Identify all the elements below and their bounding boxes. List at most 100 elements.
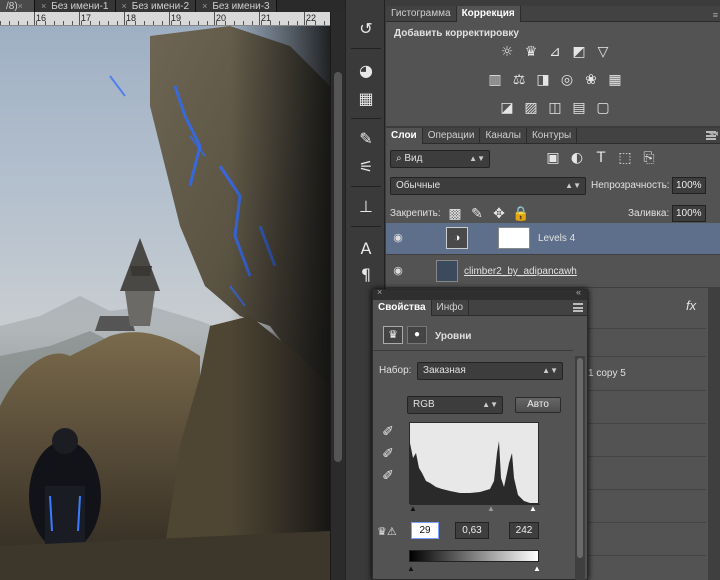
mask-icon[interactable]: ●: [407, 326, 427, 344]
input-slider-track[interactable]: ▲ ▲ ▲: [409, 504, 539, 513]
document-tab[interactable]: × Без имени-3: [196, 0, 277, 12]
gradient-map-icon[interactable]: ▤: [570, 100, 588, 116]
ruler-minor-tick: [99, 21, 100, 25]
eye-icon[interactable]: ◉: [391, 264, 405, 278]
panel-drag-bar[interactable]: × «: [373, 287, 587, 300]
ruler-minor-tick: [90, 21, 91, 25]
properties-menu-icon[interactable]: [573, 303, 583, 312]
layers-scrollbar[interactable]: [708, 288, 720, 580]
white-point-handle[interactable]: ▲: [529, 504, 537, 513]
fx-icon[interactable]: fx: [686, 298, 696, 313]
levels-icon[interactable]: ♛: [522, 44, 540, 60]
threshold-icon[interactable]: ◫: [546, 100, 564, 116]
output-black-handle[interactable]: ▲: [407, 564, 415, 573]
clone-source-icon[interactable]: ⊥: [354, 196, 378, 218]
color-balance-icon[interactable]: ⚖: [510, 72, 528, 88]
eyedropper-black-icon[interactable]: ✐: [379, 424, 397, 440]
preset-select[interactable]: Заказная ▲▼: [417, 362, 563, 380]
opacity-field[interactable]: 100%: [672, 177, 706, 194]
scrollbar-thumb[interactable]: [334, 72, 342, 462]
eyedropper-gray-icon[interactable]: ✐: [379, 446, 397, 462]
document-tab-bar: /8) × × Без имени-1 × Без имени-2 × Без имени-…: [0, 0, 345, 12]
paragraph-icon[interactable]: ¶: [354, 264, 378, 286]
collapse-icon[interactable]: «: [576, 287, 581, 297]
menu-icon[interactable]: ≡: [713, 10, 718, 20]
filter-type-icon[interactable]: T: [592, 150, 610, 166]
channel-mixer-icon[interactable]: ❀: [582, 72, 600, 88]
lock-paint-icon[interactable]: ✎: [468, 206, 486, 222]
eye-icon[interactable]: ◉: [391, 231, 405, 245]
scrollbar-thumb[interactable]: [577, 358, 583, 558]
output-white-handle[interactable]: ▲: [533, 564, 541, 573]
tab-properties[interactable]: Свойства: [373, 300, 432, 316]
ruler-minor-tick: [279, 21, 280, 25]
input-gamma-field[interactable]: 0,63: [455, 522, 489, 539]
input-white-field[interactable]: 242: [509, 522, 539, 539]
brush-settings-icon[interactable]: ⚟: [354, 156, 378, 178]
exposure-icon[interactable]: ◩: [570, 44, 588, 60]
document-canvas[interactable]: [0, 26, 330, 580]
tab-info[interactable]: Инфо: [432, 300, 470, 316]
gamma-handle[interactable]: ▲: [487, 504, 495, 513]
lock-transparency-icon[interactable]: ▩: [446, 206, 464, 222]
color-palette-icon[interactable]: ◕: [354, 60, 378, 82]
collapse-icon[interactable]: ◂◂: [709, 128, 718, 139]
tab-adjustments[interactable]: Коррекция: [456, 6, 521, 22]
close-icon[interactable]: ×: [202, 1, 207, 11]
eyedropper-white-icon[interactable]: ✐: [379, 468, 397, 484]
levels-icon[interactable]: ♛: [383, 326, 403, 344]
divider: [586, 423, 706, 424]
swatches-icon[interactable]: ▦: [354, 88, 378, 110]
filter-shape-icon[interactable]: ⬚: [616, 150, 634, 166]
tab-layers[interactable]: Слои: [386, 128, 423, 144]
filter-adjustment-icon[interactable]: ◐: [568, 150, 586, 166]
ruler-minor-tick: [27, 21, 28, 25]
hue-saturation-icon[interactable]: ▥: [486, 72, 504, 88]
clipping-warning-icon[interactable]: ♛⚠: [377, 524, 397, 540]
document-tab[interactable]: × Без имени-2: [115, 0, 197, 12]
document-tab[interactable]: × Без имени-1: [34, 0, 116, 12]
lock-position-icon[interactable]: ✥: [490, 206, 508, 222]
auto-button[interactable]: Авто: [515, 397, 561, 413]
document-tab[interactable]: /8) ×: [0, 0, 35, 12]
invert-icon[interactable]: ◪: [498, 100, 516, 116]
filter-smart-object-icon[interactable]: ⎘: [640, 150, 658, 166]
brightness-icon[interactable]: ☼: [498, 44, 516, 60]
close-icon[interactable]: ×: [122, 1, 127, 11]
partial-layer-name[interactable]: 1 copy 5: [588, 368, 626, 379]
close-icon[interactable]: ×: [41, 1, 46, 11]
character-icon[interactable]: A: [354, 238, 378, 260]
layer-name[interactable]: Levels 4: [538, 233, 575, 244]
color-lookup-icon[interactable]: ▦: [606, 72, 624, 88]
history-icon[interactable]: ↺: [354, 18, 378, 40]
fill-field[interactable]: 100%: [672, 205, 706, 222]
posterize-icon[interactable]: ▨: [522, 100, 540, 116]
channel-select[interactable]: RGB ▲▼: [407, 396, 503, 414]
curves-icon[interactable]: ⊿: [546, 44, 564, 60]
selective-color-icon[interactable]: ▢: [594, 100, 612, 116]
tab-channels[interactable]: Каналы: [480, 128, 527, 144]
filter-pixel-icon[interactable]: ▣: [544, 150, 562, 166]
artwork-image: [0, 26, 330, 580]
close-icon[interactable]: ×: [18, 1, 23, 11]
black-white-icon[interactable]: ◨: [534, 72, 552, 88]
tab-paths[interactable]: Контуры: [527, 128, 578, 144]
canvas-vertical-scrollbar[interactable]: [330, 12, 345, 580]
input-black-field[interactable]: 29: [411, 522, 439, 539]
photo-filter-icon[interactable]: ◎: [558, 72, 576, 88]
tab-actions[interactable]: Операции: [423, 128, 481, 144]
blend-mode-select[interactable]: Обычные ▲▼: [390, 177, 586, 195]
layer-row[interactable]: ◉ ◑ Levels 4: [386, 223, 720, 255]
lock-all-icon[interactable]: 🔒: [512, 206, 530, 222]
vibrance-icon[interactable]: ▽: [594, 44, 612, 60]
layer-name[interactable]: climber2_by_adipancawh: [464, 266, 577, 277]
layer-filter-select[interactable]: ⌕ Вид ▲▼: [390, 150, 490, 168]
layer-mask-thumbnail[interactable]: [498, 227, 530, 249]
blend-mode-value: Обычные: [396, 180, 441, 191]
tab-histogram[interactable]: Гистограмма: [386, 6, 457, 22]
close-icon[interactable]: ×: [377, 287, 382, 297]
black-point-handle[interactable]: ▲: [409, 504, 417, 513]
brush-presets-icon[interactable]: ✎: [354, 128, 378, 150]
layer-row[interactable]: ◉ climber2_by_adipancawh: [386, 256, 720, 288]
properties-scrollbar[interactable]: [575, 356, 585, 580]
